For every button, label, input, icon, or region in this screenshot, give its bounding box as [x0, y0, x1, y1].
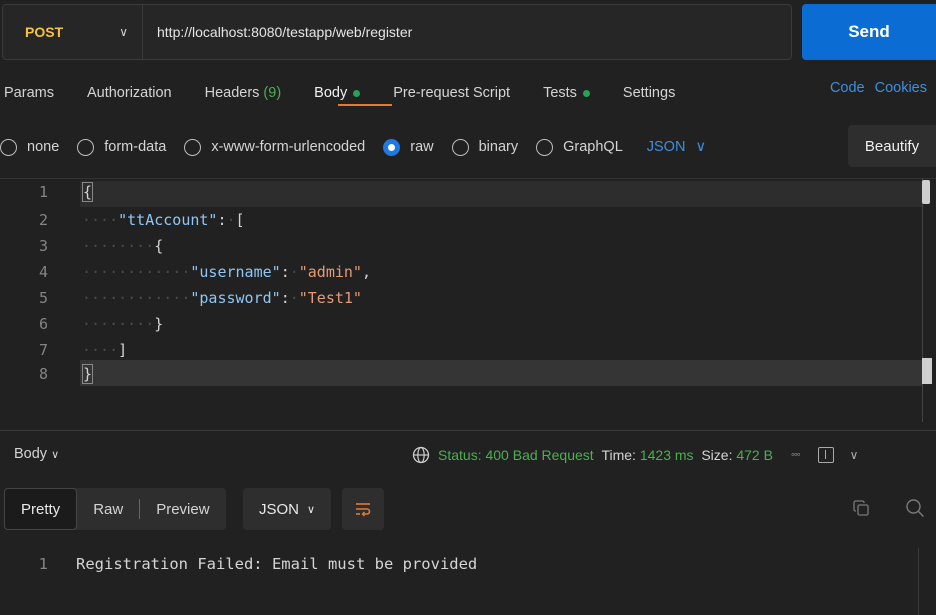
response-text: Registration Failed: Email must be provi…	[76, 555, 478, 573]
globe-icon[interactable]	[412, 446, 430, 464]
chevron-down-icon: ∨	[695, 139, 707, 155]
line-number: 3	[38, 237, 48, 255]
body-type-binary[interactable]: binary	[451, 138, 519, 156]
body-type-raw[interactable]: raw	[383, 138, 434, 156]
tab-label: Body	[314, 85, 348, 101]
radio-icon	[0, 138, 17, 156]
body-type-form-data[interactable]: form-data	[77, 138, 167, 156]
url-input[interactable]: http://localhost:8080/testapp/web/regist…	[143, 24, 412, 40]
response-body-line: 1 Registration Failed: Email must be pro…	[0, 551, 478, 577]
radio-label: raw	[410, 139, 434, 155]
line-number: 6	[38, 315, 48, 333]
active-tab-underline	[338, 104, 392, 106]
request-body-editor[interactable]: 1{ 2 ····"ttAccount":·[ 3 ········{ 4 ·····…	[0, 178, 936, 422]
request-tabs: Params Authorization Headers (9) Body Pre…	[4, 80, 708, 106]
json-key: "username"	[190, 263, 281, 281]
method-select[interactable]: POST ∨	[3, 5, 143, 59]
body-type-urlencoded[interactable]: x-www-form-urlencoded	[184, 138, 366, 156]
json-value: "admin"	[298, 263, 362, 281]
line-number: 7	[38, 341, 48, 359]
editor-scroll-track	[922, 178, 923, 422]
tab-pre-request-script[interactable]: Pre-request Script	[393, 85, 510, 101]
radio-label: GraphQL	[563, 139, 623, 155]
status-value[interactable]: 400 Bad Request	[485, 447, 593, 463]
editor-scroll-marker	[922, 358, 932, 384]
line-number: 1	[38, 183, 48, 201]
line-number: 4	[38, 263, 48, 281]
line-number: 5	[38, 289, 48, 307]
response-view-switcher: Pretty Raw Preview	[4, 488, 226, 530]
wrap-lines-button[interactable]	[342, 488, 384, 530]
tab-settings[interactable]: Settings	[623, 85, 675, 101]
radio-label: form-data	[104, 139, 167, 155]
pane-divider[interactable]	[0, 430, 936, 431]
view-preview[interactable]: Preview	[140, 488, 225, 530]
response-body-label: Body	[14, 446, 48, 462]
tests-indicator-dot	[582, 89, 590, 97]
radio-selected-icon	[383, 138, 401, 156]
wrap-icon	[356, 503, 371, 517]
chevron-down-icon[interactable]: ∨	[850, 448, 859, 462]
body-type-none[interactable]: none	[0, 138, 60, 156]
response-format-select[interactable]: JSON ∨	[243, 488, 331, 530]
tab-body[interactable]: Body	[314, 85, 361, 101]
radio-label: binary	[478, 139, 519, 155]
tab-label: Pre-request Script	[393, 85, 511, 101]
radio-icon	[536, 138, 554, 156]
layout-icon[interactable]	[817, 447, 834, 463]
body-type-graphql[interactable]: GraphQL	[536, 138, 623, 156]
view-raw[interactable]: Raw	[77, 488, 139, 530]
response-scroll-track	[918, 548, 919, 615]
tab-params[interactable]: Params	[4, 85, 54, 101]
time-label: Time:	[601, 447, 636, 463]
tab-headers[interactable]: Headers (9)	[205, 85, 282, 101]
search-icon[interactable]	[905, 498, 925, 518]
response-format-label: JSON	[258, 500, 299, 518]
json-key: "password"	[190, 289, 281, 307]
json-value: "Test1"	[298, 289, 362, 307]
chevron-down-icon: ∨	[119, 25, 128, 39]
tab-label: Tests	[543, 85, 577, 101]
chevron-down-icon: ∨	[51, 448, 60, 461]
body-indicator-dot	[353, 89, 361, 97]
line-number: 2	[38, 211, 48, 229]
chevron-down-icon: ∨	[306, 503, 316, 516]
line-number: 1	[38, 555, 48, 573]
request-bar: POST ∨ http://localhost:8080/testapp/web…	[2, 4, 792, 60]
code-link[interactable]: Code	[830, 80, 865, 96]
time-value[interactable]: 1423 ms	[640, 447, 694, 463]
line-number: 8	[38, 365, 48, 383]
body-type-options: none form-data x-www-form-urlencoded raw…	[0, 136, 706, 158]
more-icon[interactable]: ◦◦◦	[791, 449, 801, 461]
response-body-dropdown[interactable]: Body ∨	[14, 446, 59, 462]
tab-authorization[interactable]: Authorization	[87, 85, 172, 101]
send-button[interactable]: Send	[802, 4, 936, 60]
radio-icon	[184, 138, 202, 156]
body-format-select[interactable]: JSON ∨	[647, 139, 706, 155]
tab-links: Code Cookies	[830, 80, 927, 96]
tab-label: Headers	[204, 85, 260, 101]
method-label: POST	[25, 24, 64, 40]
size-value[interactable]: 472 B	[736, 447, 773, 463]
response-status-bar: Status: 400 Bad Request Time: 1423 ms Si…	[412, 446, 858, 464]
radio-icon	[451, 138, 469, 156]
radio-icon	[77, 138, 95, 156]
beautify-button[interactable]: Beautify	[848, 125, 936, 167]
copy-icon[interactable]	[853, 500, 869, 516]
headers-count: (9)	[263, 85, 282, 101]
view-pretty[interactable]: Pretty	[4, 488, 78, 530]
radio-label: none	[27, 139, 60, 155]
tab-label: Settings	[622, 85, 676, 101]
body-format-label: JSON	[646, 139, 686, 155]
tab-label: Authorization	[86, 85, 172, 101]
status-label: Status:	[438, 447, 482, 463]
tab-label: Params	[4, 85, 54, 101]
editor-scrollbar[interactable]	[922, 180, 930, 204]
tab-tests[interactable]: Tests	[543, 85, 590, 101]
size-label: Size:	[701, 447, 733, 463]
json-key: "ttAccount"	[118, 211, 218, 229]
radio-label: x-www-form-urlencoded	[211, 139, 366, 155]
cookies-link[interactable]: Cookies	[875, 80, 927, 96]
